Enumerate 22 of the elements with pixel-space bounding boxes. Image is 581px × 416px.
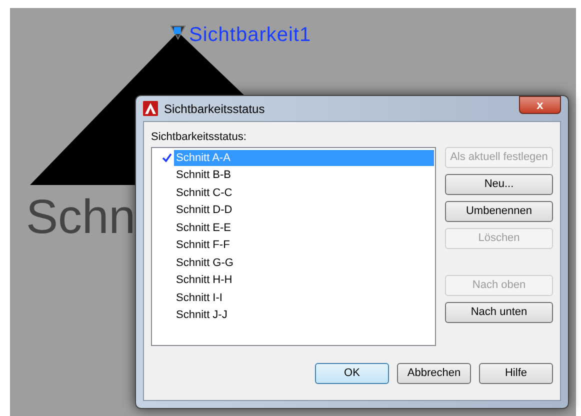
list-item[interactable]: Schnitt E-E — [174, 220, 234, 236]
list-item[interactable]: Schnitt G-G — [174, 254, 236, 271]
list-label: Sichtbarkeitsstatus: — [151, 130, 248, 144]
grip-icon[interactable] — [170, 25, 186, 41]
dialog-button[interactable]: Abbrechen — [397, 363, 471, 384]
list-item[interactable]: Schnitt D-D — [174, 202, 234, 218]
dialog-button[interactable]: OK — [315, 363, 389, 384]
window-title: Sichtbarkeitsstatus — [164, 100, 265, 118]
dialog-button[interactable]: Umbenennen — [445, 201, 553, 222]
close-button[interactable]: x — [519, 96, 561, 114]
dialog-button[interactable]: Hilfe — [479, 363, 553, 384]
parameter-label: Sichtbarkeit1 — [189, 23, 312, 48]
list-item[interactable]: Schnitt B-B — [174, 167, 234, 184]
list-item[interactable]: Schnitt H-H — [174, 272, 234, 288]
list-item[interactable]: Schnitt F-F — [174, 237, 232, 254]
list-item[interactable]: Schnitt C-C — [174, 184, 234, 201]
drawing-text: Schn — [26, 194, 136, 242]
list-item[interactable]: Schnitt I-I — [174, 290, 224, 306]
list-item[interactable]: Schnitt J-J — [174, 307, 230, 324]
dialog-button[interactable]: Nach unten — [445, 302, 553, 323]
app-logo-icon — [143, 101, 158, 116]
dialog-button[interactable]: Neu... — [445, 174, 553, 195]
